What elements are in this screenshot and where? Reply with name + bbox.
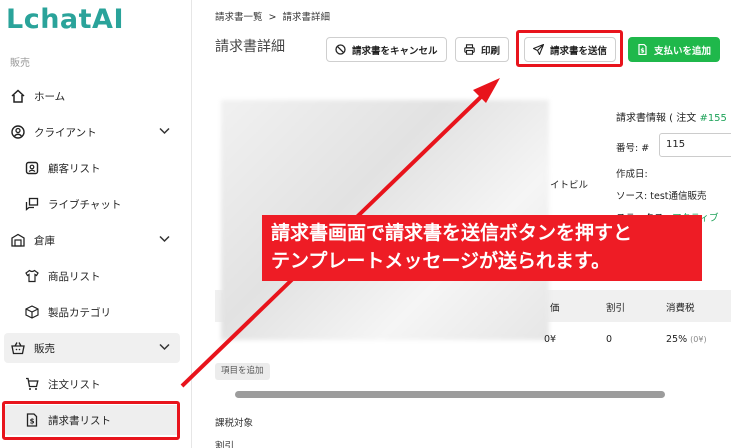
sidebar-item-label: ライブチャット: [48, 198, 122, 211]
receipt-icon: $: [638, 44, 647, 55]
annotation-line-2: テンプレートメッセージが送られます。: [271, 250, 611, 272]
sidebar-item-label: 商品リスト: [48, 270, 101, 283]
sidebar-item-live-chat[interactable]: ライブチャット: [4, 189, 180, 219]
user-circle-icon: [10, 124, 26, 140]
page-title: 請求書詳細: [215, 39, 285, 55]
scrollbar-thumb[interactable]: [235, 391, 665, 398]
cart-icon: [24, 376, 40, 392]
invoice-number-field[interactable]: 115: [659, 133, 731, 157]
sidebar-item-order-list[interactable]: 注文リスト: [4, 369, 180, 399]
shirt-icon: [24, 268, 40, 284]
sidebar-item-label: 顧客リスト: [48, 162, 101, 175]
sidebar-item-product-list[interactable]: 商品リスト: [4, 261, 180, 291]
app-logo: LchatAI: [6, 4, 124, 35]
row-tax: 25% (0¥): [666, 334, 707, 345]
section-label: 販売: [10, 58, 30, 69]
invoice-info-prefix: 請求書情報 ( 注文: [616, 113, 700, 124]
print-button[interactable]: 印刷: [455, 37, 510, 62]
sidebar-item-warehouse[interactable]: 倉庫: [4, 225, 180, 255]
basket-icon: [10, 340, 26, 356]
order-link[interactable]: #155: [699, 113, 726, 124]
number-label: 番号: #: [616, 143, 650, 154]
cancel-invoice-button[interactable]: 請求書をキャンセル: [326, 37, 447, 62]
breadcrumb: 請求書一覧 > 請求書詳細: [215, 9, 330, 23]
chevron-down-icon: [159, 234, 170, 246]
sidebar-item-client[interactable]: クライアント: [4, 117, 180, 147]
source-label: ソース: test通信販売: [616, 191, 707, 202]
created-date-label: 作成日:: [616, 169, 648, 180]
chevron-down-icon: [159, 126, 170, 138]
horizontal-scrollbar[interactable]: [215, 389, 731, 399]
address-fragment: イトビル: [550, 180, 589, 191]
row-tax-amount: (0¥): [690, 335, 707, 344]
sidebar-item-label: 倉庫: [34, 234, 55, 247]
row-discount: 0: [606, 334, 613, 345]
breadcrumb-current: 請求書詳細: [282, 12, 331, 23]
svg-text:$: $: [640, 48, 644, 55]
warehouse-icon: [10, 232, 26, 248]
column-price: 価: [550, 303, 560, 314]
add-payment-label: 支払いを追加: [654, 45, 712, 57]
sidebar-item-label: ホーム: [34, 90, 66, 103]
sidebar-item-label: 製品カテゴリ: [48, 306, 111, 319]
chat-icon: [24, 196, 40, 212]
sidebar-item-label: 販売: [34, 342, 55, 355]
add-item-button[interactable]: 項目を追加: [215, 363, 270, 380]
invoice-list-highlight: [2, 401, 180, 440]
send-button-highlight: [516, 30, 623, 67]
row-price: 0¥: [544, 334, 557, 345]
annotation-line-1: 請求書画面で請求書を送信ボタンを押すと: [271, 222, 633, 244]
tax-target-label: 課税対象: [215, 418, 254, 429]
sidebar-item-label: 注文リスト: [48, 378, 101, 391]
discount-label: 割引: [215, 441, 235, 448]
box-icon: [24, 304, 40, 320]
chevron-down-icon: [159, 342, 170, 354]
annotation-callout: 請求書画面で請求書を送信ボタンを押すと テンプレートメッセージが送られます。: [262, 215, 702, 281]
breadcrumb-parent[interactable]: 請求書一覧: [215, 12, 263, 23]
add-payment-button[interactable]: $ 支払いを追加: [628, 37, 721, 62]
sidebar-item-label: クライアント: [34, 126, 97, 139]
sidebar-item-customer-list[interactable]: 顧客リスト: [4, 153, 180, 183]
breadcrumb-separator: >: [268, 12, 277, 23]
printer-icon: [464, 44, 475, 55]
sidebar-item-product-category[interactable]: 製品カテゴリ: [4, 297, 180, 327]
ban-icon: [335, 44, 346, 55]
column-tax: 消費税: [666, 303, 695, 314]
sidebar-item-home[interactable]: ホーム: [4, 81, 180, 111]
column-discount: 割引: [606, 303, 626, 314]
sidebar-item-sales[interactable]: 販売: [4, 333, 180, 363]
invoice-info-title: 請求書情報 ( 注文 #155: [616, 109, 727, 124]
row-tax-rate: 25%: [666, 334, 688, 345]
cancel-invoice-label: 請求書をキャンセル: [352, 45, 438, 57]
user-list-icon: [24, 160, 40, 176]
print-label: 印刷: [481, 45, 501, 57]
sidebar: LchatAI 販売 ホーム クライアント 顧客リスト ライブチャット 倉庫 商…: [0, 0, 192, 448]
home-icon: [10, 88, 26, 104]
